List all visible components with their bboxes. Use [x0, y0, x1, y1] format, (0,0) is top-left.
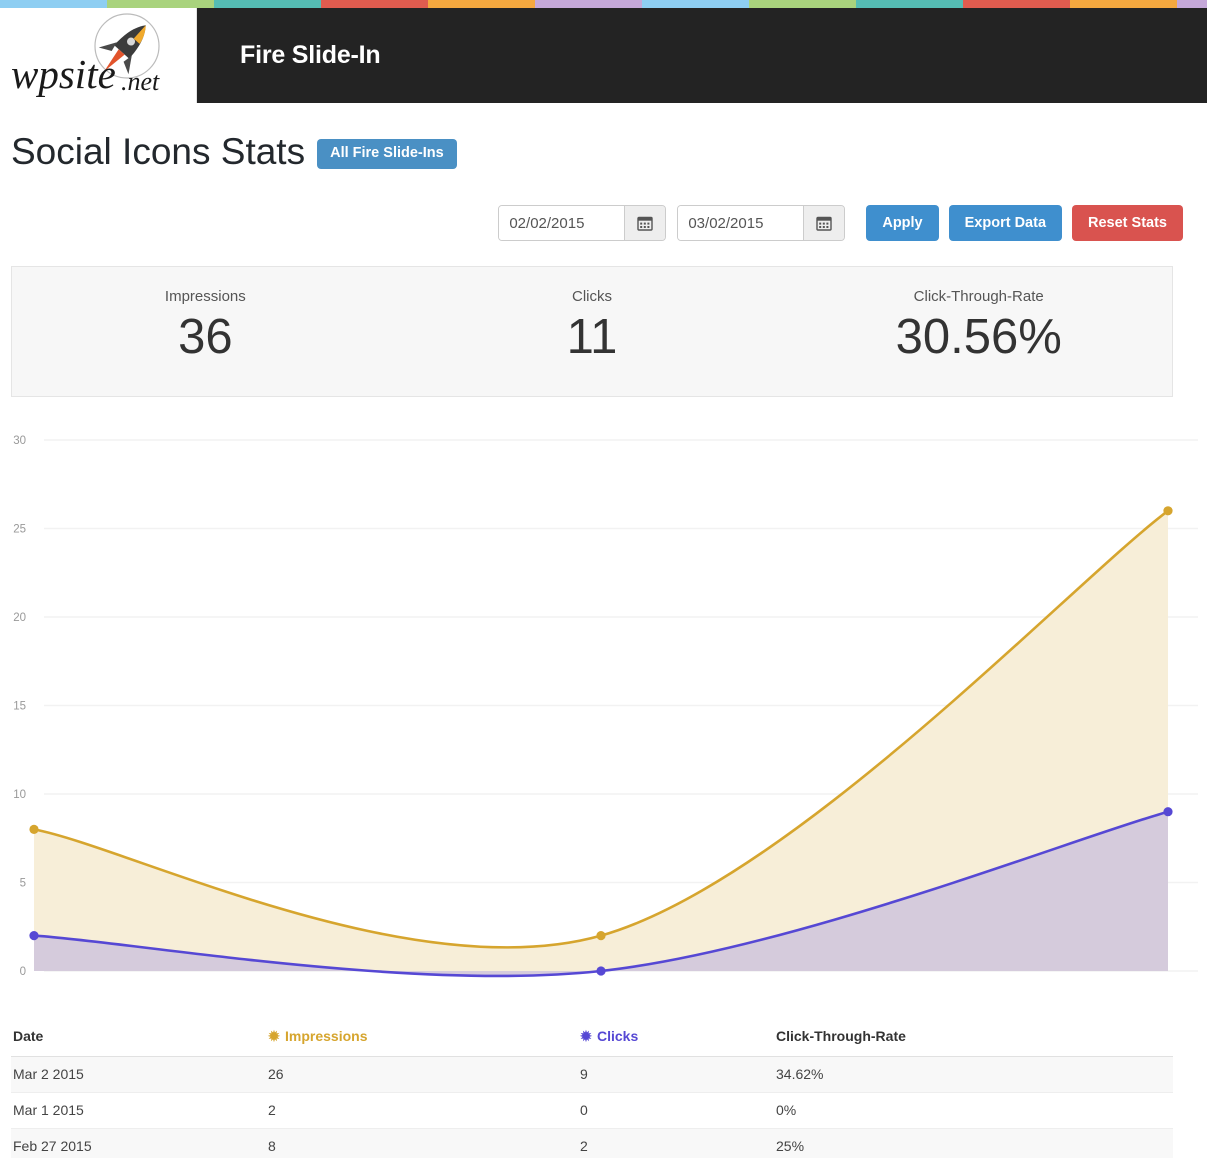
- cell-date: Feb 27 2015: [11, 1128, 268, 1158]
- reset-stats-button[interactable]: Reset Stats: [1072, 205, 1183, 241]
- table-body: Mar 2 2015 26 9 34.62% Mar 1 2015 2 0 0% Feb 27 …: [11, 1056, 1173, 1158]
- y-axis-tick-label: 20: [13, 612, 26, 624]
- stripe-segment: [214, 0, 321, 8]
- calendar-glyph: [816, 216, 833, 231]
- table-header-ctr[interactable]: Click-Through-Rate: [776, 1028, 1173, 1057]
- cell-impressions: 8: [268, 1128, 580, 1158]
- stripe-segment: [642, 0, 749, 8]
- summary-value: 30.56%: [895, 310, 1062, 364]
- y-axis-tick-label: 10: [13, 789, 26, 801]
- table-header-row: Date ✹ Impressions ✹ Clicks Click-Through-…: [11, 1028, 1173, 1057]
- page-root: wpsite .net Fire Slide-In Social Icons S…: [0, 0, 1207, 1158]
- cell-date: Mar 1 2015: [11, 1092, 268, 1129]
- data-point[interactable]: [1163, 506, 1173, 516]
- data-point[interactable]: [29, 824, 39, 834]
- table-row: Mar 2 2015 26 9 34.62%: [11, 1056, 1173, 1093]
- cell-ctr: 25%: [776, 1128, 1173, 1158]
- stripe-segment: [321, 0, 428, 8]
- calendar-icon[interactable]: [624, 206, 666, 240]
- table-header-clicks-label: Clicks: [597, 1028, 639, 1044]
- cell-clicks: 2: [580, 1128, 776, 1158]
- all-fire-slide-ins-button[interactable]: All Fire Slide-Ins: [317, 139, 457, 169]
- summary-panel: Impressions 36 Clicks 11 Click-Through-R…: [11, 266, 1173, 397]
- stripe-segment: [856, 0, 963, 8]
- summary-label: Impressions: [164, 288, 246, 305]
- data-point[interactable]: [596, 966, 606, 976]
- summary-impressions: Impressions 36: [12, 267, 399, 396]
- stripe-segment: [107, 0, 214, 8]
- stats-table: Date ✹ Impressions ✹ Clicks Click-Through-…: [11, 1028, 1173, 1158]
- data-point[interactable]: [596, 931, 606, 941]
- stats-toolbar: Apply Export Data Reset Stats: [0, 205, 1183, 241]
- cell-date: Mar 2 2015: [11, 1056, 268, 1093]
- table-row: Mar 1 2015 2 0 0%: [11, 1092, 1173, 1129]
- y-axis-tick-label: 0: [20, 966, 26, 978]
- summary-value: 11: [566, 310, 618, 364]
- color-stripe: [0, 0, 1207, 8]
- stripe-segment: [535, 0, 642, 8]
- app-header: wpsite .net Fire Slide-In: [0, 8, 1207, 103]
- summary-label: Click-Through-Rate: [913, 288, 1044, 305]
- table-header-impressions-label: Impressions: [285, 1028, 368, 1044]
- cell-ctr: 34.62%: [776, 1056, 1173, 1093]
- start-date-input[interactable]: [499, 206, 625, 240]
- cell-clicks: 0: [580, 1092, 776, 1129]
- calendar-icon[interactable]: [803, 206, 845, 240]
- apply-button[interactable]: Apply: [866, 205, 939, 241]
- table-header-impressions[interactable]: ✹ Impressions: [268, 1028, 580, 1057]
- summary-value: 36: [178, 310, 233, 364]
- chart-canvas: 0 5 10 15 20 25 30: [13, 435, 1198, 978]
- wpsite-logo[interactable]: wpsite .net: [0, 8, 197, 103]
- y-axis-tick-label: 25: [13, 524, 26, 536]
- cell-clicks: 9: [580, 1056, 776, 1093]
- y-axis-tick-label: 5: [20, 878, 26, 890]
- cell-ctr: 0%: [776, 1092, 1173, 1129]
- cell-impressions: 26: [268, 1056, 580, 1093]
- impressions-marker-icon: ✹: [268, 1028, 280, 1044]
- start-date-group[interactable]: [498, 205, 667, 241]
- header-title: Fire Slide-In: [240, 41, 381, 69]
- svg-text:wpsite: wpsite: [11, 51, 116, 97]
- stripe-segment: [1070, 0, 1177, 8]
- svg-text:.net: .net: [121, 67, 160, 96]
- summary-label: Clicks: [572, 288, 612, 305]
- export-data-button[interactable]: Export Data: [948, 205, 1063, 241]
- table-row: Feb 27 2015 8 2 25%: [11, 1128, 1173, 1158]
- calendar-glyph: [637, 216, 654, 231]
- summary-ctr: Click-Through-Rate 30.56%: [785, 267, 1172, 396]
- stats-chart[interactable]: 0 5 10 15 20 25 30: [0, 420, 1207, 1000]
- y-axis-tick-label: 15: [13, 701, 26, 713]
- end-date-input[interactable]: [678, 206, 804, 240]
- page-title: Social Icons Stats: [11, 131, 306, 172]
- page-heading: Social Icons Stats All Fire Slide-Ins: [11, 130, 457, 174]
- stripe-segment: [428, 0, 535, 8]
- data-point[interactable]: [29, 931, 39, 941]
- stripe-segment: [963, 0, 1070, 8]
- table-header-date[interactable]: Date: [11, 1028, 268, 1057]
- rocket-icon: wpsite .net: [11, 12, 160, 97]
- clicks-marker-icon: ✹: [580, 1028, 592, 1044]
- end-date-group[interactable]: [677, 205, 846, 241]
- stripe-segment: [749, 0, 856, 8]
- y-axis-tick-label: 30: [13, 435, 26, 447]
- cell-impressions: 2: [268, 1092, 580, 1129]
- summary-clicks: Clicks 11: [399, 267, 786, 396]
- table-header-clicks[interactable]: ✹ Clicks: [580, 1028, 776, 1057]
- stripe-segment: [0, 0, 107, 8]
- stripe-segment: [1177, 0, 1207, 8]
- data-point[interactable]: [1163, 807, 1173, 817]
